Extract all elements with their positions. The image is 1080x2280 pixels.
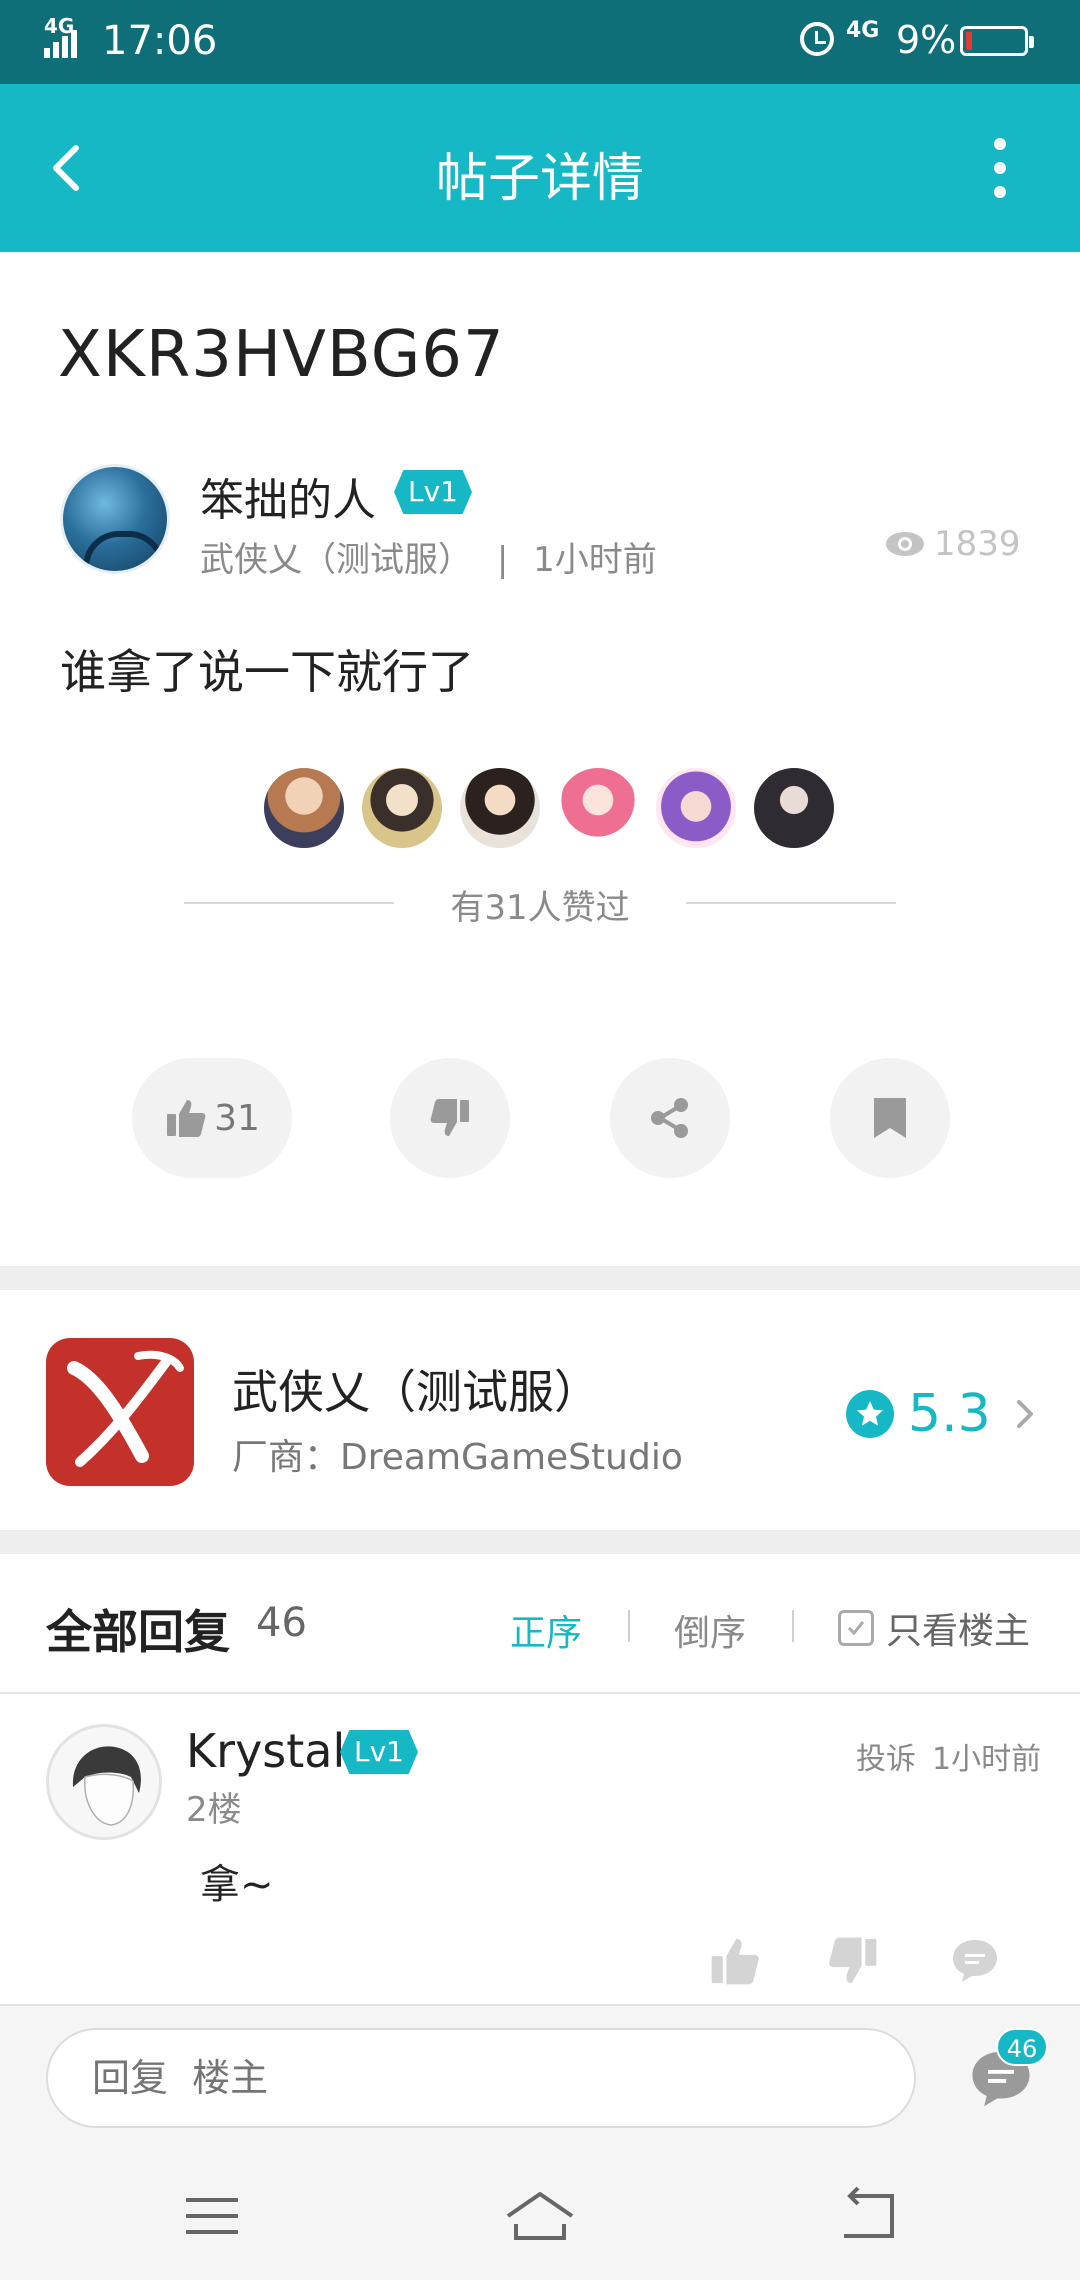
liker-avatar[interactable] <box>262 766 346 850</box>
thumbs-down-icon <box>430 1099 469 1136</box>
liker-avatar[interactable] <box>556 766 640 850</box>
rating-value: 5.3 <box>908 1384 991 1444</box>
reply-floor: 2楼 <box>186 1790 242 1830</box>
sort-separator <box>628 1610 630 1642</box>
signal-icon: 4G <box>44 14 77 58</box>
like-count: 31 <box>214 1097 260 1139</box>
star-icon <box>846 1390 894 1438</box>
likers-count-text: 有31人赞过 <box>450 888 630 928</box>
status-time: 17:06 <box>102 18 218 64</box>
network-type-2: 4G <box>846 18 880 43</box>
more-menu-button[interactable] <box>980 138 1020 198</box>
status-bar: 4G 17:06 4G 9% <box>0 0 1080 84</box>
comment-count-badge: 46 <box>996 2028 1048 2066</box>
dislike-button[interactable] <box>390 1058 510 1178</box>
reply-time: 1小时前 <box>932 1742 1042 1777</box>
menu-icon <box>186 2198 238 2234</box>
comment-icon <box>953 1940 997 1982</box>
liker-avatar[interactable] <box>654 766 738 850</box>
share-icon <box>651 1098 688 1138</box>
post-game: 武侠乂（测试服） <box>200 540 472 580</box>
like-button[interactable]: 31 <box>132 1058 292 1178</box>
back-arrow-icon <box>844 2186 894 2238</box>
thumbs-down-icon <box>829 1937 877 1984</box>
battery-icon <box>960 26 1034 56</box>
view-count: 1839 <box>884 524 1021 564</box>
liker-avatar[interactable] <box>360 766 444 850</box>
only-op-toggle[interactable]: 只看楼主 <box>838 1602 1030 1654</box>
bookmark-button[interactable] <box>830 1058 950 1178</box>
thumbs-up-icon <box>711 1938 759 1985</box>
game-logo-icon <box>67 1350 184 1467</box>
level-badge: Lv1 <box>394 470 472 514</box>
section-divider <box>0 1530 1080 1554</box>
sort-descending-tab[interactable]: 倒序 <box>674 1604 746 1656</box>
section-divider <box>0 1266 1080 1290</box>
app-header: 帖子详情 <box>0 84 1080 252</box>
bookmark-icon <box>874 1098 906 1138</box>
post-content: 谁拿了说一下就行了 <box>60 645 474 699</box>
reply-like-button[interactable] <box>708 1934 762 1988</box>
reply-author[interactable]: Krystal <box>186 1724 345 1778</box>
game-name[interactable]: 武侠乂（测试服） <box>232 1356 600 1422</box>
reply-input[interactable] <box>46 2028 916 2128</box>
eye-icon <box>886 532 924 556</box>
report-link[interactable]: 投诉 <box>856 1734 916 1778</box>
home-icon <box>506 2192 574 2240</box>
battery-percent: 9% <box>896 18 957 62</box>
thumbs-up-icon <box>167 1100 206 1137</box>
liker-avatar[interactable] <box>752 766 836 850</box>
chevron-right-icon <box>1016 1400 1033 1428</box>
game-developer: 厂商：DreamGameStudio <box>232 1437 683 1478</box>
nav-back-button[interactable] <box>828 2186 908 2246</box>
separator-line <box>0 1692 1080 1694</box>
network-type: 4G <box>44 14 75 38</box>
alarm-icon <box>800 22 834 56</box>
share-button[interactable] <box>610 1058 730 1178</box>
post-title: XKR3HVBG67 <box>58 318 505 392</box>
sort-ascending-tab[interactable]: 正序 <box>510 1604 582 1656</box>
post-meta: 武侠乂（测试服） | 1小时前 <box>200 532 657 581</box>
liker-avatar[interactable] <box>458 766 542 850</box>
checkbox-icon <box>838 1610 874 1646</box>
nav-menu-button[interactable] <box>172 2186 252 2246</box>
replies-title: 全部回复 <box>46 1605 230 1659</box>
level-badge: Lv1 <box>340 1730 418 1774</box>
game-icon[interactable] <box>46 1338 194 1486</box>
game-rating[interactable]: 5.3 <box>846 1384 1045 1444</box>
replies-count: 46 <box>256 1600 307 1646</box>
avatar-illustration <box>72 1746 141 1826</box>
view-count-value: 1839 <box>934 524 1021 564</box>
reply-comment-button[interactable] <box>948 1934 1002 1988</box>
sort-separator <box>792 1610 794 1642</box>
reply-dislike-button[interactable] <box>826 1934 880 1988</box>
likers-summary: 有31人赞过 <box>184 878 896 928</box>
author-name[interactable]: 笨拙的人 <box>200 464 376 528</box>
reply-avatar[interactable] <box>46 1724 162 1840</box>
only-op-label: 只看楼主 <box>886 1611 1031 1652</box>
nav-home-button[interactable] <box>500 2186 580 2246</box>
page-title: 帖子详情 <box>435 149 644 209</box>
post-time: 1小时前 <box>533 540 657 580</box>
meta-separator: | <box>496 540 509 580</box>
liker-avatars[interactable] <box>262 766 836 850</box>
reply-content: 拿~ <box>200 1862 274 1908</box>
author-avatar[interactable] <box>60 464 170 574</box>
